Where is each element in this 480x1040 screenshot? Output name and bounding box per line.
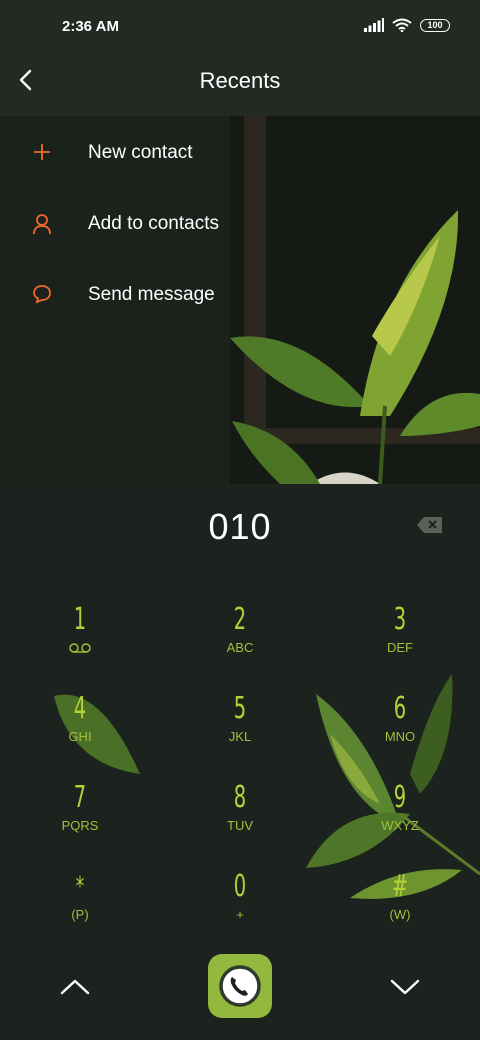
plus-icon — [32, 142, 54, 164]
dial-key-6[interactable]: 6 MNO — [340, 691, 460, 771]
key-letters: DEF — [387, 640, 413, 655]
key-digit: 2 — [233, 602, 247, 637]
key-digit: 4 — [73, 691, 87, 726]
page-title: Recents — [199, 68, 281, 93]
key-letters: + — [236, 907, 244, 922]
key-digit: 9 — [393, 780, 407, 815]
status-time: 2:36 AM — [62, 18, 119, 35]
backspace-icon[interactable] — [416, 516, 444, 534]
dialer-bottom-bar — [0, 950, 480, 1040]
call-button[interactable] — [208, 954, 272, 1018]
header: Recents — [0, 56, 480, 116]
dial-key-3[interactable]: 3 DEF — [340, 602, 460, 682]
key-digit: 6 — [393, 691, 407, 726]
menu-item-label: Add to contacts — [88, 213, 219, 234]
battery-level: 100 — [427, 20, 443, 30]
menu-item-new-contact[interactable]: New contact — [0, 122, 480, 184]
key-letters: GHI — [68, 729, 92, 744]
key-digit: 7 — [73, 780, 87, 815]
key-digit: 5 — [233, 691, 247, 726]
phone-icon — [219, 965, 261, 1007]
key-digit: 8 — [233, 780, 247, 815]
menu-item-label: New contact — [88, 142, 193, 163]
key-digit: # — [391, 869, 409, 904]
dial-key-2[interactable]: 2 ABC — [180, 602, 300, 682]
key-letters: TUV — [227, 818, 253, 833]
key-letters: WXYZ — [381, 818, 419, 833]
dialed-number: 010 — [208, 506, 272, 547]
menu-item-add-to-contacts[interactable]: Add to contacts — [0, 193, 480, 255]
dial-key-7[interactable]: 7 PQRS — [20, 780, 140, 860]
dial-key-9[interactable]: 9 WXYZ — [340, 780, 460, 860]
key-letters: JKL — [228, 729, 252, 744]
key-letters: ABC — [226, 640, 254, 655]
chevron-down-icon[interactable] — [385, 970, 425, 1004]
dial-key-1[interactable]: 1 — [20, 602, 140, 682]
person-icon — [32, 213, 54, 235]
dial-key-5[interactable]: 5 JKL — [180, 691, 300, 771]
status-bar: 2:36 AM 100 — [0, 0, 480, 56]
key-letters: PQRS — [61, 818, 99, 833]
voicemail-icon — [69, 643, 91, 653]
message-icon — [32, 284, 54, 306]
menu-item-label: Send message — [88, 284, 215, 305]
key-digit: * — [75, 872, 85, 902]
dial-key-hash[interactable]: # (W) — [340, 869, 460, 949]
key-letters: (W) — [389, 907, 411, 922]
dial-key-8[interactable]: 8 TUV — [180, 780, 300, 860]
key-digit: 3 — [393, 602, 407, 637]
wifi-icon — [392, 18, 412, 32]
battery-indicator: 100 — [420, 18, 450, 32]
key-letters: MNO — [384, 729, 416, 744]
key-letters: (P) — [71, 907, 89, 922]
menu-item-send-message[interactable]: Send message — [0, 264, 480, 326]
signal-icon — [364, 18, 384, 32]
dial-key-4[interactable]: 4 GHI — [20, 691, 140, 771]
dial-key-0[interactable]: 0 + — [180, 869, 300, 949]
key-digit: 1 — [73, 602, 87, 637]
chevron-up-icon[interactable] — [55, 970, 95, 1004]
recents-panel: New contact Add to contacts Send message — [0, 116, 480, 484]
status-icons: 100 — [364, 18, 450, 32]
key-digit: 0 — [233, 869, 247, 904]
dial-key-star[interactable]: * (P) — [20, 869, 140, 949]
